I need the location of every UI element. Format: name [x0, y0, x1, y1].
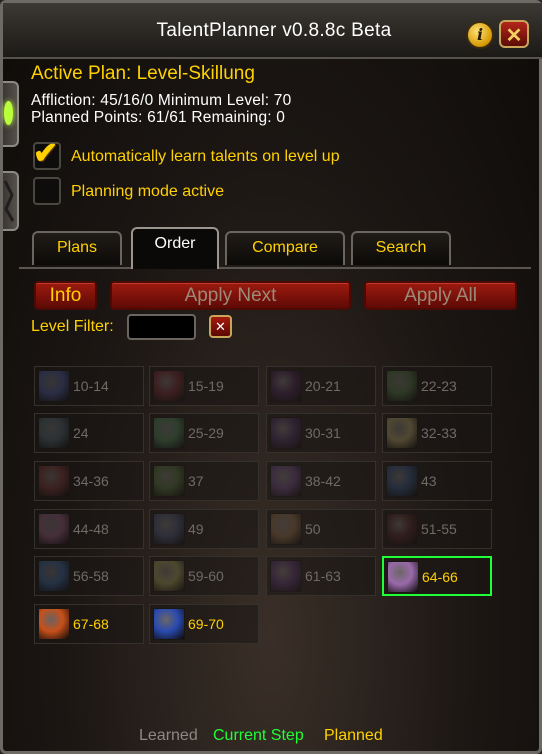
talent-step-56-58[interactable]: 56-58 — [34, 556, 144, 596]
tab-order[interactable]: Order — [131, 227, 219, 269]
pink-rune-icon — [38, 513, 70, 545]
void-grasp-icon — [270, 560, 302, 592]
apply-all-button[interactable]: Apply All — [364, 281, 517, 310]
talent-step-38-42[interactable]: 38-42 — [266, 461, 376, 501]
green-imp-icon — [386, 370, 418, 402]
claw-icon — [3, 180, 15, 222]
talent-step-20-21[interactable]: 20-21 — [266, 366, 376, 406]
step-level-range: 59-60 — [188, 568, 224, 584]
talent-step-30-31[interactable]: 30-31 — [266, 413, 376, 453]
level-filter-input[interactable] — [127, 314, 196, 340]
step-level-range: 50 — [305, 521, 321, 537]
step-level-range: 43 — [421, 473, 437, 489]
step-level-range: 20-21 — [305, 378, 341, 394]
step-level-range: 22-23 — [421, 378, 457, 394]
dark-wing-icon — [38, 417, 70, 449]
step-level-range: 34-36 — [73, 473, 109, 489]
side-tab-talents[interactable] — [3, 81, 19, 147]
talent-step-10-14[interactable]: 10-14 — [34, 366, 144, 406]
talent-planner-window: TalentPlanner v0.8.8c Beta i ✕ Active Pl… — [0, 0, 542, 754]
talent-step-37[interactable]: 37 — [149, 461, 259, 501]
talent-step-43[interactable]: 43 — [382, 461, 492, 501]
step-level-range: 61-63 — [305, 568, 341, 584]
auto-learn-label[interactable]: Automatically learn talents on level up — [71, 148, 340, 166]
step-level-range: 37 — [188, 473, 204, 489]
talent-step-59-60[interactable]: 59-60 — [149, 556, 259, 596]
step-level-range: 64-66 — [422, 569, 458, 585]
info-button[interactable]: Info — [34, 281, 97, 310]
legend-learned: Learned — [139, 727, 198, 744]
step-level-range: 51-55 — [421, 521, 457, 537]
step-level-range: 67-68 — [73, 616, 109, 632]
tab-divider — [19, 267, 531, 269]
golden-beast-icon — [386, 417, 418, 449]
step-level-range: 30-31 — [305, 425, 341, 441]
planning-mode-label[interactable]: Planning mode active — [71, 183, 224, 201]
fire-slash-icon — [38, 608, 70, 640]
purple-shade-icon — [270, 465, 302, 497]
close-button[interactable]: ✕ — [499, 20, 529, 48]
step-level-range: 69-70 — [188, 616, 224, 632]
talent-step-61-63[interactable]: 61-63 — [266, 556, 376, 596]
active-plan-title: Active Plan: Level-Skillung — [31, 63, 255, 84]
auto-learn-checkbox[interactable]: ✔ — [33, 138, 61, 170]
talent-step-50[interactable]: 50 — [266, 509, 376, 549]
talent-step-69-70[interactable]: 69-70 — [149, 604, 259, 644]
demon-face-icon — [386, 513, 418, 545]
talent-step-24[interactable]: 24 — [34, 413, 144, 453]
golden-serpent-icon — [270, 513, 302, 545]
level-filter-label: Level Filter: — [31, 318, 114, 335]
dark-pact-icon — [270, 370, 302, 402]
blade-icon — [153, 513, 185, 545]
talent-step-44-48[interactable]: 44-48 — [34, 509, 144, 549]
purple-mist-icon — [270, 417, 302, 449]
glow-rune-icon — [4, 101, 13, 125]
step-level-range: 24 — [73, 425, 89, 441]
talent-step-67-68[interactable]: 67-68 — [34, 604, 144, 644]
talent-step-32-33[interactable]: 32-33 — [382, 413, 492, 453]
step-level-range: 15-19 — [188, 378, 224, 394]
talent-step-15-19[interactable]: 15-19 — [149, 366, 259, 406]
blue-dragon-icon — [386, 465, 418, 497]
blue-spirit-icon — [153, 608, 185, 640]
green-hand-icon — [153, 465, 185, 497]
step-level-range: 10-14 — [73, 378, 109, 394]
tab-plans[interactable]: Plans — [32, 231, 122, 265]
step-level-range: 38-42 — [305, 473, 341, 489]
step-level-range: 44-48 — [73, 521, 109, 537]
step-level-range: 25-29 — [188, 425, 224, 441]
talent-distribution-text: Affliction: 45/16/0 Minimum Level: 70 — [31, 92, 292, 109]
legend-current-step: Current Step — [213, 727, 304, 744]
window-title: TalentPlanner v0.8.8c Beta — [156, 20, 392, 41]
step-level-range: 56-58 — [73, 568, 109, 584]
side-tab-glyphs[interactable] — [3, 171, 19, 231]
clear-filter-button[interactable]: ✕ — [209, 315, 232, 338]
title-bar[interactable]: TalentPlanner v0.8.8c Beta i ✕ — [3, 3, 542, 59]
tab-compare[interactable]: Compare — [225, 231, 345, 265]
shadow-bolt-icon — [38, 370, 70, 402]
talent-step-22-23[interactable]: 22-23 — [382, 366, 492, 406]
talent-step-49[interactable]: 49 — [149, 509, 259, 549]
tab-search[interactable]: Search — [351, 231, 451, 265]
step-level-range: 32-33 — [421, 425, 457, 441]
planned-points-text: Planned Points: 61/61 Remaining: 0 — [31, 109, 286, 126]
talent-step-51-55[interactable]: 51-55 — [382, 509, 492, 549]
planning-mode-checkbox[interactable] — [33, 177, 61, 205]
talent-step-25-29[interactable]: 25-29 — [149, 413, 259, 453]
red-wing-icon — [38, 465, 70, 497]
green-flame-icon — [153, 417, 185, 449]
apply-next-button[interactable]: Apply Next — [110, 281, 351, 310]
talent-step-34-36[interactable]: 34-36 — [34, 461, 144, 501]
yellow-toad-icon — [153, 560, 185, 592]
blue-swirl-icon — [38, 560, 70, 592]
beast-roar-icon — [387, 561, 419, 593]
blood-claw-icon — [153, 370, 185, 402]
talent-step-64-66[interactable]: 64-66 — [382, 556, 492, 596]
info-icon[interactable]: i — [466, 21, 494, 49]
checkmark-icon: ✔ — [33, 137, 59, 170]
step-level-range: 49 — [188, 521, 204, 537]
legend-planned: Planned — [324, 727, 383, 744]
